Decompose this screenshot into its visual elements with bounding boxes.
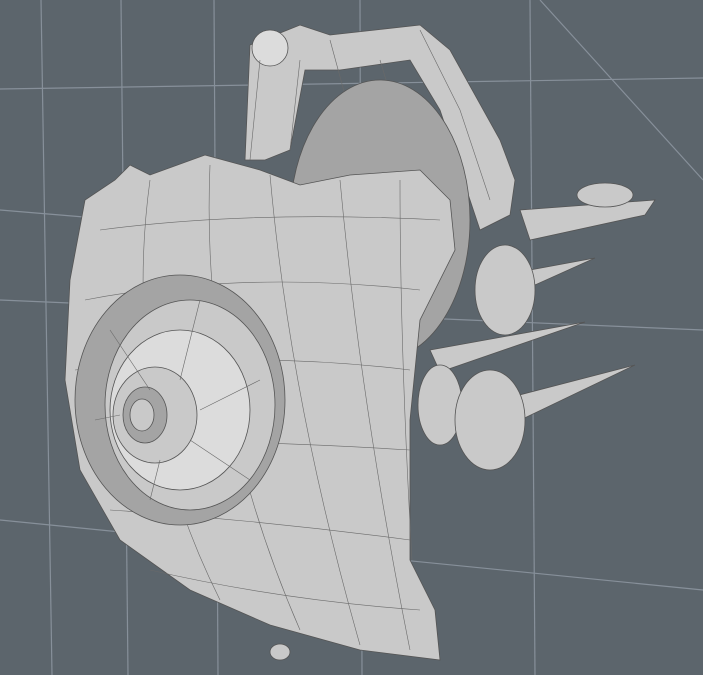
model-eye (74, 274, 286, 526)
3d-viewport[interactable] (0, 0, 703, 675)
model-bottom-nub (269, 643, 291, 661)
viewport-canvas[interactable] (0, 0, 703, 675)
